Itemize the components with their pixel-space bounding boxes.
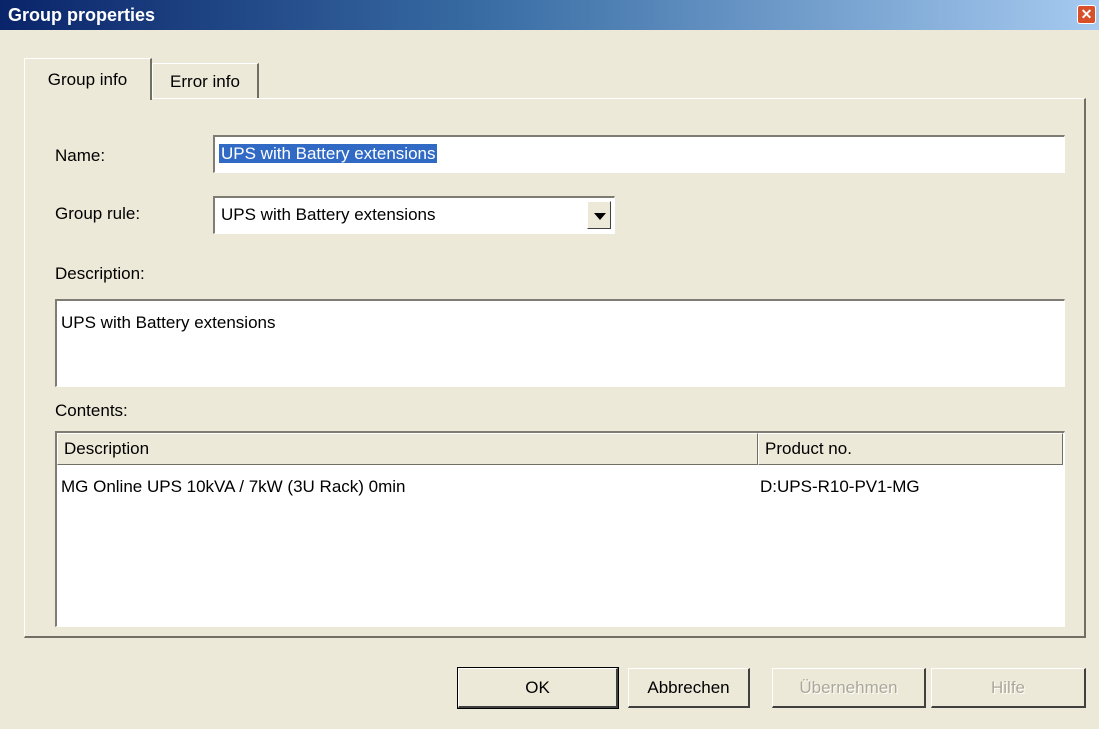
tab-group-info-label: Group info	[47, 69, 128, 89]
window-title: Group properties	[8, 5, 156, 25]
help-button[interactable]: Hilfe	[931, 668, 1086, 708]
group-rule-label: Group rule:	[55, 204, 141, 223]
group-rule-select[interactable]: UPS with Battery extensions	[213, 196, 615, 234]
name-label: Name:	[55, 146, 106, 165]
chevron-down-icon[interactable]	[587, 201, 611, 229]
description-textarea[interactable]: UPS with Battery extensions	[55, 299, 1065, 387]
tab-panel-group-info: Name: UPS with Battery extensions Group …	[24, 98, 1086, 638]
column-header-description[interactable]: Description	[57, 433, 758, 465]
help-button-label: Hilfe	[990, 677, 1025, 697]
title-bar[interactable]: Group properties ✕	[0, 0, 1099, 30]
column-header-description-label: Description	[64, 439, 150, 458]
cancel-button[interactable]: Abbrechen	[628, 668, 750, 708]
description-value: UPS with Battery extensions	[61, 313, 276, 332]
contents-table[interactable]: Description Product no. MG Online UPS 10…	[55, 431, 1065, 627]
name-value: UPS with Battery extensions	[219, 144, 438, 163]
apply-button-label: Übernehmen	[799, 677, 898, 697]
group-rule-value: UPS with Battery extensions	[221, 205, 436, 224]
close-button[interactable]: ✕	[1077, 5, 1096, 24]
ok-button-label: OK	[525, 677, 550, 697]
tab-group-info[interactable]: Group info	[24, 58, 152, 100]
close-icon: ✕	[1080, 6, 1093, 22]
row-product-no: D:UPS-R10-PV1-MG	[760, 477, 920, 496]
description-label: Description:	[55, 264, 145, 283]
name-field[interactable]: UPS with Battery extensions	[213, 135, 1065, 173]
apply-button[interactable]: Übernehmen	[772, 668, 926, 708]
contents-label: Contents:	[55, 401, 128, 420]
tab-error-info-label: Error info	[170, 71, 240, 91]
column-header-product-no[interactable]: Product no.	[758, 433, 1063, 465]
cancel-button-label: Abbrechen	[647, 677, 730, 697]
ok-button[interactable]: OK	[457, 667, 619, 709]
tab-error-info[interactable]: Error info	[152, 63, 259, 99]
row-description: MG Online UPS 10kVA / 7kW (3U Rack) 0min	[61, 477, 406, 496]
column-header-product-no-label: Product no.	[765, 439, 852, 458]
